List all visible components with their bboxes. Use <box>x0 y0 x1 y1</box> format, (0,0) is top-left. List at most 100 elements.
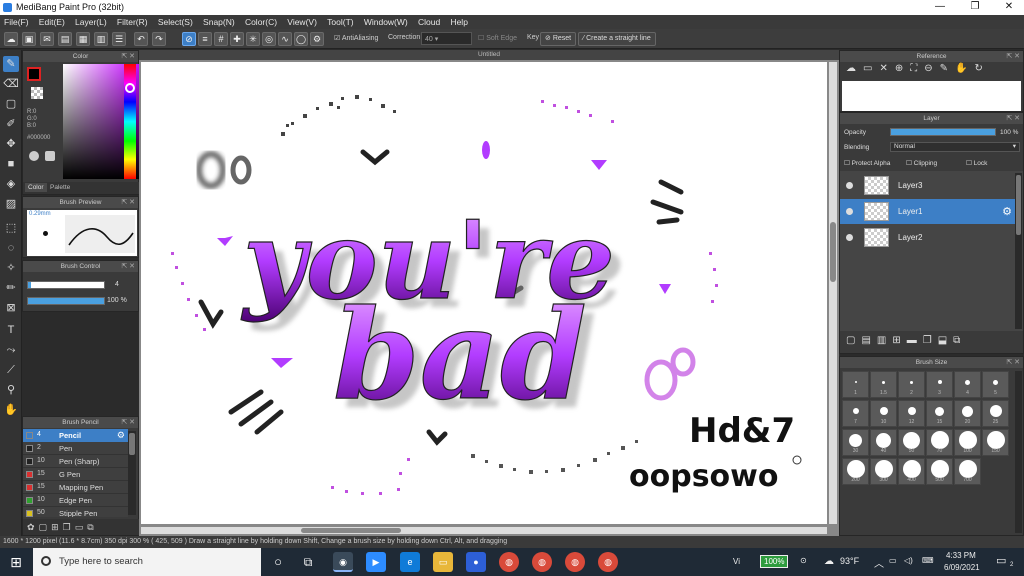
brush-list-item[interactable]: 50 Stipple Pen <box>23 507 128 517</box>
reference-view[interactable] <box>842 81 1021 111</box>
brush-size-cell[interactable]: 50 <box>898 429 925 456</box>
network-icon[interactable]: ▭ <box>889 556 897 565</box>
brush-size-cell[interactable]: 7 <box>842 400 869 427</box>
reference-zoom-in-icon[interactable]: ⊕ <box>895 63 910 74</box>
brush-size-cell[interactable]: 30 <box>842 429 869 456</box>
ellipse-snap-icon[interactable]: ◯ <box>294 32 308 46</box>
lock-checkbox[interactable]: ☐ Lock <box>966 159 987 167</box>
brush-size-cell[interactable]: 70 <box>926 429 953 456</box>
brush-size-cell[interactable]: 1 <box>842 371 869 398</box>
divide-tool-icon[interactable]: ⟋ <box>3 362 19 378</box>
brush-list-item[interactable]: 10 Pen (Sharp) <box>23 455 128 468</box>
brush-size-cell[interactable]: 1.5 <box>870 371 897 398</box>
canvas-tab[interactable]: Untitled <box>139 50 839 60</box>
brush-size-cell[interactable]: 400 <box>898 458 925 485</box>
brush-size-cell[interactable]: 2 <box>898 371 925 398</box>
bucket-tool-icon[interactable]: ◈ <box>3 176 19 192</box>
brush-size-cell[interactable]: 150 <box>982 429 1009 456</box>
panel-icon[interactable]: ▤ <box>58 32 72 46</box>
menu-filter[interactable]: Filter(R) <box>113 15 152 27</box>
undo-icon[interactable]: ↶ <box>134 32 148 46</box>
menu-tool[interactable]: Tool(T) <box>323 15 357 27</box>
taskbar-search[interactable]: Type here to search <box>33 548 261 576</box>
grid-snap-icon[interactable]: # <box>214 32 228 46</box>
cross-snap-icon[interactable]: ✚ <box>230 32 244 46</box>
cloud-icon[interactable]: ☁ <box>4 32 18 46</box>
weather-temp[interactable]: 93°F <box>840 556 859 566</box>
reference-eyedropper-icon[interactable]: ✎ <box>940 63 955 74</box>
tab-palette[interactable]: Palette <box>47 183 73 192</box>
visibility-icon[interactable] <box>846 208 853 215</box>
canvas-area[interactable]: you're you're bad bad Hd&7 oopsowo <box>139 60 839 536</box>
chrome-taskbar-icon-2[interactable]: ◍ <box>532 552 552 572</box>
blending-select[interactable]: Normal ▾ <box>890 142 1020 152</box>
input-indicator-icon[interactable]: Vi <box>733 557 740 566</box>
brush-list-item[interactable]: 15 G Pen <box>23 468 128 481</box>
layer-list-scrollbar[interactable] <box>1015 173 1022 329</box>
weather-icon[interactable]: ☁ <box>824 556 834 567</box>
save-icon[interactable]: ▣ <box>22 32 36 46</box>
reference-close-icon[interactable]: ✕ <box>879 63 894 74</box>
brush-folder-icon[interactable]: ▭ <box>75 522 88 532</box>
settings-snap-icon[interactable]: ⚙ <box>310 32 324 46</box>
brush-list-item[interactable]: 2 Pen <box>23 442 128 455</box>
medibang-taskbar-icon[interactable]: ◉ <box>333 552 353 572</box>
book-icon[interactable]: ▥ <box>94 32 108 46</box>
reference-zoom-out-icon[interactable]: ⊖ <box>924 63 939 74</box>
brush-list-item[interactable]: 15 Mapping Pen <box>23 481 128 494</box>
tray-icon[interactable]: ⊙ <box>800 556 807 565</box>
app-taskbar-icon[interactable]: ● <box>466 552 486 572</box>
lasso-tool-icon[interactable]: ◌ <box>3 240 19 256</box>
hue-handle[interactable] <box>125 83 135 93</box>
reference-fit-icon[interactable]: ⛶ <box>910 63 924 74</box>
keyboard-icon[interactable]: ⌨ <box>922 556 934 565</box>
brush-size-cell[interactable]: 300 <box>870 458 897 485</box>
layer-opacity-slider[interactable] <box>890 128 996 136</box>
brush-size-cell[interactable]: 25 <box>982 400 1009 427</box>
brush-size-cell[interactable]: 40 <box>870 429 897 456</box>
hue-slider[interactable] <box>124 64 136 179</box>
comment-icon[interactable]: ✉ <box>40 32 54 46</box>
delete-layer-icon[interactable]: ⧉ <box>953 335 966 346</box>
brush-opacity-slider[interactable] <box>27 297 105 305</box>
brush-size-slider[interactable] <box>27 281 105 289</box>
brush-size-cell[interactable]: 4 <box>954 371 981 398</box>
canvas-vertical-scrollbar[interactable] <box>829 62 837 524</box>
new-1bit-layer-icon[interactable]: ⊞ <box>892 335 906 346</box>
file-explorer-taskbar-icon[interactable]: ▭ <box>433 552 453 572</box>
brush-size-cell[interactable]: 15 <box>926 400 953 427</box>
edge-taskbar-icon[interactable]: e <box>400 552 420 572</box>
select-rect-tool-icon[interactable]: ⬚ <box>3 220 19 236</box>
task-view-icon[interactable]: ⧉ <box>298 552 318 572</box>
foreground-color-swatch[interactable] <box>27 67 41 81</box>
brush-copy-icon[interactable]: ❐ <box>63 522 75 532</box>
menu-layer[interactable]: Layer(L) <box>71 15 111 27</box>
battery-indicator[interactable]: 100% <box>760 555 789 568</box>
text-tool-icon[interactable]: T <box>3 322 19 338</box>
antialiasing-checkbox[interactable]: ☑ AntiAliasing <box>334 34 378 42</box>
hand-tool-icon[interactable]: ✋ <box>3 402 19 418</box>
color-eyedropper-icon[interactable] <box>45 151 55 161</box>
menu-view[interactable]: View(V) <box>283 15 321 27</box>
brush-size-cell[interactable]: 100 <box>954 429 981 456</box>
protect-alpha-checkbox[interactable]: ☐ Protect Alpha <box>844 159 890 167</box>
brush-list-item[interactable]: 4 Pencil ⚙ <box>23 429 128 442</box>
minimize-button[interactable]: — <box>925 1 955 14</box>
visibility-icon[interactable] <box>846 234 853 241</box>
list-icon[interactable]: ☰ <box>112 32 126 46</box>
zoom-taskbar-icon[interactable]: ▶ <box>366 552 386 572</box>
clipping-checkbox[interactable]: ☐ Clipping <box>906 159 937 167</box>
menu-snap[interactable]: Snap(N) <box>199 15 239 27</box>
background-color-swatch[interactable] <box>31 87 43 99</box>
menu-window[interactable]: Window(W) <box>360 15 412 27</box>
merge-down-icon[interactable]: ⬓ <box>938 335 953 346</box>
straight-line-button[interactable]: ⁄ Create a straight line <box>578 32 656 46</box>
brush-size-cell[interactable]: 10 <box>870 400 897 427</box>
circle-snap-icon[interactable]: ◎ <box>262 32 276 46</box>
redo-icon[interactable]: ↷ <box>152 32 166 46</box>
move-tool-icon[interactable]: ✥ <box>3 136 19 152</box>
visibility-icon[interactable] <box>846 182 853 189</box>
volume-icon[interactable]: ◁) <box>904 556 913 565</box>
snap-off-icon[interactable]: ⊘ <box>182 32 196 46</box>
chrome-taskbar-icon-1[interactable]: ◍ <box>499 552 519 572</box>
